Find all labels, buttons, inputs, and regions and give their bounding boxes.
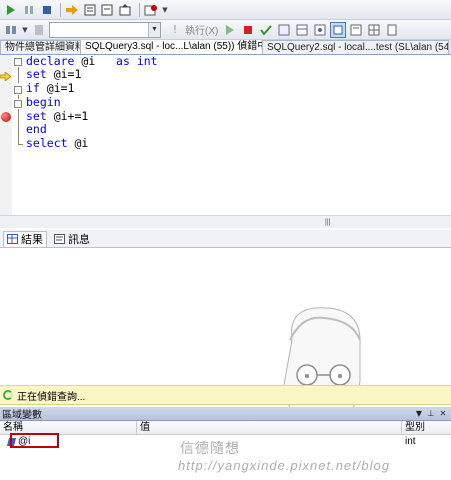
results-tabs: 結果 訊息 bbox=[0, 230, 451, 248]
fold-toggle[interactable] bbox=[14, 58, 22, 66]
grid-icon bbox=[7, 234, 18, 244]
fold-guide bbox=[18, 109, 19, 144]
parse-icon[interactable] bbox=[258, 22, 274, 38]
step-over-icon[interactable] bbox=[100, 2, 116, 18]
tab-messages[interactable]: 訊息 bbox=[51, 231, 93, 247]
cancel-query-icon[interactable] bbox=[240, 22, 256, 38]
results-to-text-icon[interactable] bbox=[348, 22, 364, 38]
variable-type-cell: int bbox=[405, 436, 416, 447]
tab-sqlquery3[interactable]: SQLQuery3.sql - loc...L\alan (55)) 偵錯中..… bbox=[80, 40, 263, 54]
status-text: 正在偵錯查詢... bbox=[17, 391, 86, 403]
debug-icon[interactable] bbox=[222, 22, 238, 38]
tab-results-label: 結果 bbox=[21, 234, 43, 246]
results-pane bbox=[0, 249, 451, 385]
results-to-grid-icon[interactable] bbox=[366, 22, 382, 38]
column-header-value[interactable]: 值 bbox=[137, 421, 402, 434]
tab-sqlquery2[interactable]: SQLQuery2.sql - local....test (SL\alan (… bbox=[262, 40, 449, 54]
step-out-icon[interactable] bbox=[118, 2, 134, 18]
code-line: if @i=1 bbox=[26, 81, 75, 95]
current-statement-arrow-icon bbox=[0, 71, 12, 82]
dropdown-arrow-icon[interactable]: ▼ bbox=[161, 2, 169, 18]
results-to-file-icon[interactable] bbox=[384, 22, 400, 38]
code-line: begin bbox=[26, 95, 61, 109]
pin-icon[interactable]: ⊥ bbox=[425, 407, 437, 420]
panel-title-text: 區域變數 bbox=[2, 410, 42, 421]
database-select[interactable]: ▼ bbox=[49, 21, 161, 38]
pause-icon[interactable] bbox=[21, 2, 37, 18]
locals-panel-title: 區域變數 ▼ ⊥ ✕ bbox=[0, 407, 451, 421]
tab-object-explorer-details[interactable]: 物件總管詳細資料 bbox=[0, 40, 81, 54]
code-line: set @i=1 bbox=[26, 67, 82, 81]
fold-guide bbox=[18, 67, 19, 83]
dropdown-arrow-icon[interactable]: ▼ bbox=[21, 22, 29, 38]
ssms-window: ▼ ▼ ▼ ! 執行(X) 物件總管詳細資料 SQLQuery3.sql - l… bbox=[0, 0, 451, 480]
variable-value-cell[interactable] bbox=[137, 435, 402, 449]
execute-label[interactable]: 執行(X) bbox=[185, 22, 218, 37]
horizontal-scrollbar[interactable]: ||| bbox=[0, 215, 451, 228]
status-bar: 正在偵錯查詢... bbox=[0, 385, 451, 405]
code-line: select @i bbox=[26, 136, 89, 150]
fold-toggle[interactable] bbox=[14, 100, 22, 108]
continue-icon[interactable] bbox=[3, 2, 19, 18]
debug-toolbar: ▼ bbox=[0, 0, 451, 20]
fold-toggle[interactable] bbox=[14, 86, 22, 94]
code-line: declare @i as int bbox=[26, 54, 158, 68]
locals-grid-header: 名稱 值 型別 bbox=[0, 421, 451, 435]
breakpoint-icon[interactable] bbox=[1, 112, 11, 122]
close-icon[interactable]: ✕ bbox=[437, 407, 449, 420]
message-icon bbox=[54, 233, 65, 244]
object-explorer-icon[interactable] bbox=[3, 22, 19, 38]
change-connection-icon[interactable] bbox=[31, 22, 47, 38]
breakpoints-icon[interactable] bbox=[143, 2, 159, 18]
stop-icon[interactable] bbox=[39, 2, 55, 18]
document-tabs: 物件總管詳細資料 SQLQuery3.sql - loc...L\alan (5… bbox=[0, 40, 451, 55]
watermark-url: http://yangxinde.pixnet.net/blog bbox=[178, 458, 390, 473]
code-line: set @i+=1 bbox=[26, 109, 89, 123]
estimated-plan-icon[interactable] bbox=[276, 22, 292, 38]
progress-spinner-icon bbox=[3, 390, 13, 400]
chevron-down-icon[interactable]: ▼ bbox=[148, 22, 160, 37]
toolbar-separator bbox=[60, 2, 61, 17]
code-line: end bbox=[26, 122, 47, 136]
fold-guide bbox=[18, 95, 19, 99]
highlight-box bbox=[10, 433, 59, 448]
query-toolbar: ▼ ▼ ! 執行(X) bbox=[0, 20, 451, 40]
show-next-statement-icon[interactable] bbox=[64, 2, 80, 18]
include-plan-icon[interactable] bbox=[312, 22, 328, 38]
step-into-icon[interactable] bbox=[82, 2, 98, 18]
tab-messages-label: 訊息 bbox=[68, 233, 90, 246]
toolbar-separator bbox=[139, 2, 140, 17]
query-designer-icon[interactable] bbox=[294, 22, 310, 38]
column-header-type[interactable]: 型別 bbox=[402, 421, 451, 434]
query-editor[interactable]: declare @i as int set @i=1 if @i=1 begin… bbox=[0, 54, 451, 215]
tab-results[interactable]: 結果 bbox=[3, 230, 47, 247]
panel-menu-icon[interactable]: ▼ bbox=[413, 407, 425, 420]
execute-icon[interactable]: ! bbox=[167, 22, 183, 38]
client-stats-icon[interactable] bbox=[330, 21, 347, 38]
scroll-grip-icon[interactable]: ||| bbox=[325, 219, 339, 226]
watermark-text: 信德隨想 bbox=[180, 440, 240, 456]
fold-end bbox=[18, 144, 23, 145]
